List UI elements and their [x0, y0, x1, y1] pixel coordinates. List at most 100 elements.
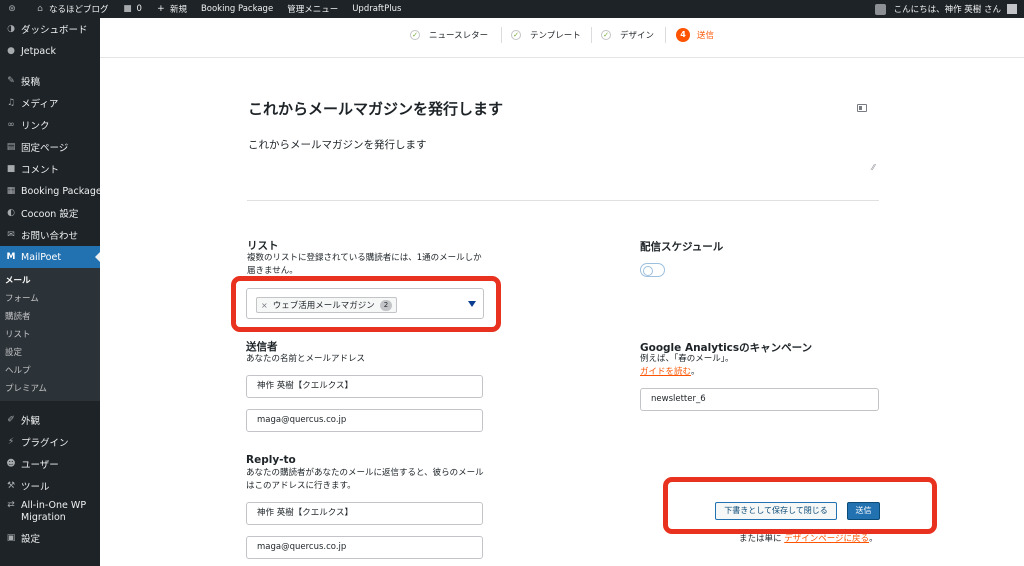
sidebar-item-settings[interactable]: ▣ 設定 — [0, 527, 100, 549]
greeting-text: こんにちは、神作 英樹 さん — [893, 5, 1001, 15]
account-menu[interactable]: こんにちは、神作 英樹 さん — [868, 0, 1024, 18]
page-icon: ▤ — [6, 142, 16, 152]
submenu-item-forms[interactable]: フォーム — [0, 289, 100, 307]
booking-icon: ▦ — [6, 186, 16, 196]
sidebar-item-media[interactable]: ♫ メディア — [0, 92, 100, 114]
mail-icon: ✉ — [7, 230, 15, 240]
sidebar-item-tools[interactable]: ⚒ ツール — [0, 475, 100, 497]
step-newsletter[interactable]: ✓ ニュースレター — [410, 27, 488, 43]
step-template[interactable]: ✓ テンプレート — [511, 27, 581, 43]
link-icon: ∞ — [7, 120, 15, 130]
check-icon: ✓ — [601, 30, 611, 40]
sidebar-item-users[interactable]: ☻ ユーザー — [0, 453, 100, 475]
list-description: 複数のリストに登録されている購読者には、1通のメールしか届きません。 — [247, 253, 482, 276]
sidebar-item-migration[interactable]: ⇄ All-in-One WP Migration — [0, 497, 100, 527]
check-icon: ✓ — [511, 30, 521, 40]
sidebar-item-booking[interactable]: ▦ Booking Package — [0, 180, 102, 202]
sender-label: 送信者 — [246, 341, 278, 353]
migration-icon: ⇄ — [7, 500, 15, 510]
submenu-item-lists[interactable]: リスト — [0, 325, 100, 343]
new-label: 新規 — [169, 5, 187, 15]
user-icon: ☻ — [6, 459, 16, 469]
list-tag-label: ウェブ活用メールマガジン — [272, 301, 375, 311]
submenu-item-premium[interactable]: プレミアム — [0, 379, 100, 397]
sidebar-item-links[interactable]: ∞ リンク — [0, 114, 100, 136]
sidebar-item-appearance[interactable]: ✐ 外観 — [0, 409, 100, 431]
reply-to-email-field[interactable]: maga@quercus.co.jp — [246, 536, 483, 559]
reply-to-description: あなたの購読者があなたのメールに返信すると、彼らのメールはこのアドレスに行きます… — [246, 468, 484, 491]
submenu-item-emails[interactable]: メール — [0, 271, 100, 289]
ga-example: 例えば、「春のメール」。 — [640, 354, 734, 364]
plugin-icon: ⚡ — [7, 437, 15, 447]
remove-tag-icon[interactable]: × — [261, 301, 268, 310]
plus-icon: + — [157, 4, 165, 14]
sidebar-item-pages[interactable]: ▤ 固定ページ — [0, 136, 100, 158]
site-name: なるほどブログ — [49, 5, 109, 15]
list-tag: × ウェブ活用メールマガジン 2 — [256, 297, 398, 313]
sidebar-item-contact[interactable]: ✉ お問い合わせ — [0, 224, 100, 246]
home-icon: ⌂ — [37, 4, 43, 14]
admin-sidebar: ◑ ダッシュボード ● Jetpack ✎ 投稿 ♫ メディア ∞ リンク ▤ 固定ページ … — [0, 18, 102, 566]
ga-guide: ガイドを読む。 — [640, 367, 700, 377]
wordpress-icon: ⊛ — [8, 4, 16, 14]
schedule-toggle[interactable] — [640, 263, 665, 277]
settings-icon: ▣ — [6, 533, 16, 543]
sidebar-item-mailpoet[interactable]: M MailPoet — [0, 246, 100, 268]
subject-input[interactable]: これからメールマガジンを発行します — [248, 98, 503, 119]
tools-icon: ⚒ — [6, 481, 16, 491]
mailpoet-icon: M — [6, 252, 16, 262]
notification-icon — [874, 3, 886, 15]
reply-to-name-field[interactable]: 神作 英樹【クエルクス】 — [246, 502, 483, 525]
sender-name-field[interactable]: 神作 英樹【クエルクス】 — [246, 375, 483, 398]
send-button[interactable]: 送信 — [847, 502, 880, 520]
step-bar: ✓ ニュースレター ✓ テンプレート ✓ デザイン 4 送信 — [100, 18, 1024, 58]
list-tag-count: 2 — [379, 299, 393, 311]
jetpack-icon: ● — [7, 46, 15, 56]
step-number: 4 — [676, 28, 690, 42]
comments-link[interactable]: ■ 0 — [116, 0, 149, 18]
booking-package-link[interactable]: Booking Package — [194, 0, 280, 18]
schedule-label: 配信スケジュール — [640, 241, 724, 253]
divider — [247, 200, 879, 201]
back-to-design-link[interactable]: デザインページに戻る — [784, 534, 869, 544]
submenu-item-help[interactable]: ヘルプ — [0, 361, 100, 379]
appearance-icon: ✐ — [7, 415, 15, 425]
back-note: または単に デザインページに戻る。 — [739, 534, 878, 544]
updraftplus-link[interactable]: UpdraftPlus — [345, 0, 408, 18]
save-draft-close-button[interactable]: 下書きとして保存して閉じる — [715, 502, 837, 520]
main-content: ✓ ニュースレター ✓ テンプレート ✓ デザイン 4 送信 これからメールマガジンを発… — [100, 18, 1024, 566]
media-icon: ♫ — [6, 98, 16, 108]
sidebar-item-cocoon[interactable]: ◐ Cocoon 設定 — [0, 202, 100, 224]
preview-icon[interactable] — [857, 104, 867, 112]
new-content-link[interactable]: + 新規 — [149, 0, 194, 18]
avatar — [1007, 4, 1017, 14]
sender-description: あなたの名前とメールアドレス — [246, 354, 366, 364]
mailpoet-submenu: メール フォーム 購読者 リスト 設定 ヘルプ プレミアム — [0, 268, 100, 401]
resize-handle-icon[interactable]: ⁄⁄ — [872, 163, 875, 172]
list-label: リスト — [247, 240, 279, 252]
list-select[interactable]: × ウェブ活用メールマガジン 2 — [246, 288, 484, 319]
pin-icon: ✎ — [7, 76, 15, 86]
step-send[interactable]: 4 送信 — [676, 27, 714, 43]
caret-down-icon[interactable] — [468, 301, 476, 307]
check-icon: ✓ — [410, 30, 420, 40]
admin-menu-link[interactable]: 管理メニュー — [280, 0, 345, 18]
comments-count: 0 — [136, 4, 142, 14]
sidebar-item-jetpack[interactable]: ● Jetpack — [0, 40, 100, 62]
submenu-item-subscribers[interactable]: 購読者 — [0, 307, 100, 325]
sidebar-item-plugins[interactable]: ⚡ プラグイン — [0, 431, 100, 453]
site-name-link[interactable]: ⌂ なるほどブログ — [28, 0, 116, 18]
step-design[interactable]: ✓ デザイン — [601, 27, 654, 43]
preheader-input[interactable]: これからメールマガジンを発行します — [248, 137, 427, 152]
comment-icon: ■ — [6, 164, 16, 174]
sidebar-item-comments[interactable]: ■ コメント — [0, 158, 100, 180]
wp-logo-button[interactable]: ⊛ — [0, 0, 28, 18]
dashboard-icon: ◑ — [7, 24, 15, 34]
sender-email-field[interactable]: maga@quercus.co.jp — [246, 409, 483, 432]
admin-bar: ⊛ ⌂ なるほどブログ ■ 0 + 新規 Booking Package 管理メニュー… — [0, 0, 1024, 18]
sidebar-item-dashboard[interactable]: ◑ ダッシュボード — [0, 18, 100, 40]
ga-campaign-field[interactable]: newsletter_6 — [640, 388, 879, 411]
submenu-item-settings[interactable]: 設定 — [0, 343, 100, 361]
sidebar-item-posts[interactable]: ✎ 投稿 — [0, 70, 100, 92]
guide-link[interactable]: ガイドを読む — [640, 367, 691, 377]
